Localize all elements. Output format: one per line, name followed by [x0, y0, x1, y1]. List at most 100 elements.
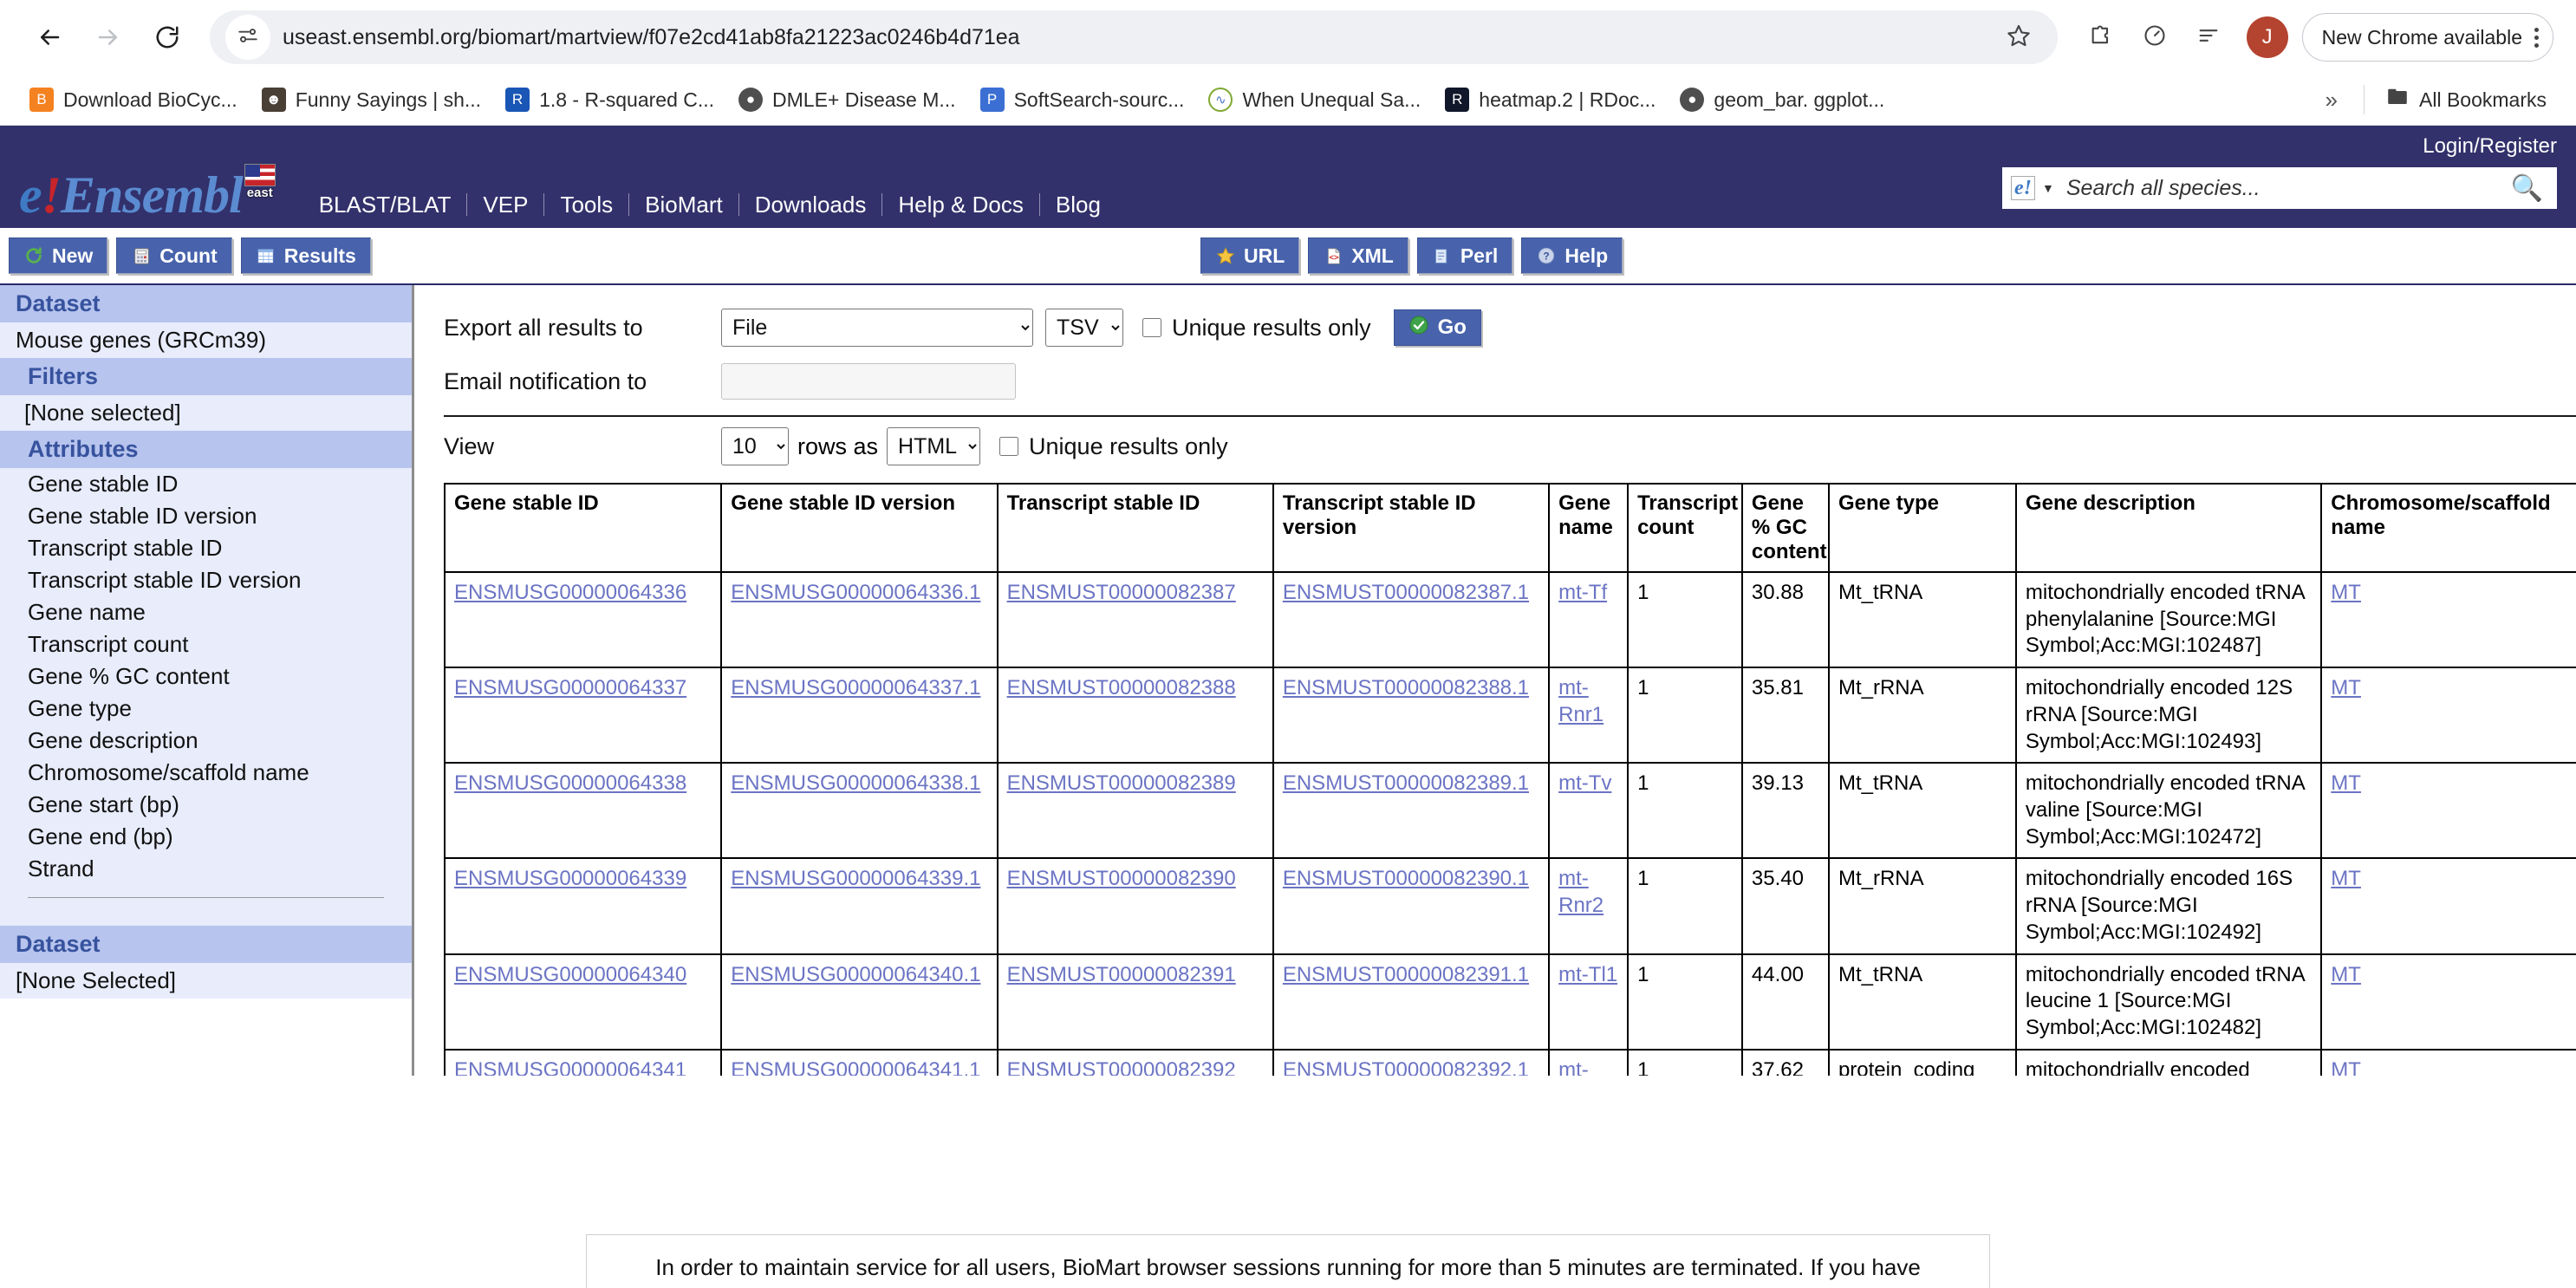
ensembl-logo[interactable]: e!Ensembl east	[0, 169, 276, 228]
sidebar-dataset2-value[interactable]: [None Selected]	[0, 963, 412, 999]
avatar[interactable]: J	[2247, 16, 2288, 58]
export-unique-results-checkbox-wrap[interactable]: Unique results only	[1142, 315, 1371, 342]
back-button[interactable]	[23, 10, 76, 64]
email-input[interactable]	[721, 363, 1016, 400]
view-rows-select[interactable]: 10	[721, 427, 789, 465]
extensions-button[interactable]	[2077, 13, 2125, 62]
gene-name-link[interactable]: mt-Rnr2	[1558, 867, 1603, 917]
transcript-stable-id-version-link[interactable]: ENSMUST00000082389.1	[1283, 771, 1529, 795]
login-register-link[interactable]: Login/Register	[2423, 134, 2557, 159]
gene-stable-id-link[interactable]: ENSMUSG00000064338	[454, 771, 686, 795]
gene-stable-id-link[interactable]: ENSMUSG00000064341	[454, 1058, 686, 1076]
transcript-stable-id-version-link[interactable]: ENSMUST00000082391.1	[1283, 963, 1529, 986]
bookmarks-overflow-button[interactable]: »	[2310, 87, 2353, 114]
sidebar-attribute-gc-content[interactable]: Gene % GC content	[0, 660, 412, 693]
transcript-stable-id-link[interactable]: ENSMUST00000082391	[1007, 963, 1236, 986]
nav-tools[interactable]: Tools	[544, 193, 629, 216]
perl-button[interactable]: Perl	[1417, 237, 1512, 274]
url-button[interactable]: URL	[1200, 237, 1299, 274]
sidebar-attribute-gene-description[interactable]: Gene description	[0, 725, 412, 757]
view-unique-results-checkbox-wrap[interactable]: Unique results only	[999, 433, 1228, 460]
sidebar-attribute-gene-start[interactable]: Gene start (bp)	[0, 789, 412, 821]
gene-stable-id-link[interactable]: ENSMUSG00000064337	[454, 676, 686, 699]
url-text[interactable]: useast.ensembl.org/biomart/martview/f07e…	[283, 25, 1999, 50]
kebab-menu-icon[interactable]	[2534, 28, 2539, 48]
gene-stable-id-version-link[interactable]: ENSMUSG00000064339.1	[731, 867, 980, 890]
help-button[interactable]: ? Help	[1521, 237, 1623, 274]
sidebar-attribute-gene-end[interactable]: Gene end (bp)	[0, 821, 412, 853]
sidebar-attribute-gene-name[interactable]: Gene name	[0, 596, 412, 628]
chromosome-link[interactable]: MT	[2331, 1058, 2361, 1076]
gene-stable-id-version-link[interactable]: ENSMUSG00000064336.1	[731, 581, 980, 604]
gene-name-link[interactable]: mt-Rnr1	[1558, 676, 1603, 726]
gene-stable-id-version-link[interactable]: ENSMUSG00000064340.1	[731, 963, 980, 986]
chromosome-link[interactable]: MT	[2331, 867, 2361, 890]
transcript-stable-id-version-link[interactable]: ENSMUST00000082388.1	[1283, 676, 1529, 699]
sidebar-attribute-transcript-stable-id[interactable]: Transcript stable ID	[0, 532, 412, 564]
bookmark-item[interactable]: ☻ Funny Sayings | sh...	[251, 82, 491, 117]
gene-name-link[interactable]: mt-	[1558, 1058, 1589, 1076]
transcript-stable-id-link[interactable]: ENSMUST00000082388	[1007, 676, 1236, 699]
sidebar-filters-value[interactable]: [None selected]	[0, 395, 412, 431]
export-destination-select[interactable]: File	[721, 309, 1033, 347]
address-bar[interactable]: useast.ensembl.org/biomart/martview/f07e…	[210, 10, 2058, 64]
view-unique-results-checkbox[interactable]	[999, 437, 1018, 456]
xml-button[interactable]: <> XML	[1308, 237, 1408, 274]
nav-blast-blat[interactable]: BLAST/BLAT	[303, 193, 468, 216]
chromosome-link[interactable]: MT	[2331, 963, 2361, 986]
nav-blog[interactable]: Blog	[1040, 193, 1116, 216]
bookmark-item[interactable]: ● geom_bar. ggplot...	[1669, 82, 1895, 117]
bookmark-item[interactable]: ∿ When Unequal Sa...	[1198, 82, 1431, 117]
chromosome-link[interactable]: MT	[2331, 676, 2361, 699]
transcript-stable-id-version-link[interactable]: ENSMUST00000082387.1	[1283, 581, 1529, 604]
chrome-update-button[interactable]: New Chrome available	[2302, 13, 2553, 62]
transcript-stable-id-link[interactable]: ENSMUST00000082390	[1007, 867, 1236, 890]
results-button[interactable]: Results	[241, 237, 371, 274]
gene-name-link[interactable]: mt-Tv	[1558, 771, 1611, 795]
gene-stable-id-version-link[interactable]: ENSMUSG00000064338.1	[731, 771, 980, 795]
gene-name-link[interactable]: mt-Tl1	[1558, 963, 1617, 986]
transcript-stable-id-link[interactable]: ENSMUST00000082387	[1007, 581, 1236, 604]
forward-button[interactable]	[81, 10, 135, 64]
bookmark-item[interactable]: R heatmap.2 | RDoc...	[1434, 82, 1666, 117]
species-search-box[interactable]: e! ▼ 🔍	[2002, 167, 2557, 209]
gene-name-link[interactable]: mt-Tf	[1558, 581, 1607, 604]
view-format-select[interactable]: HTML	[887, 427, 980, 465]
bookmark-item[interactable]: B Download BioCyc...	[19, 82, 248, 117]
nav-help-docs[interactable]: Help & Docs	[882, 193, 1040, 216]
sidebar-dataset-value[interactable]: Mouse genes (GRCm39)	[0, 322, 412, 358]
bookmark-item[interactable]: P SoftSearch-sourc...	[970, 82, 1195, 117]
gene-stable-id-version-link[interactable]: ENSMUSG00000064337.1	[731, 676, 980, 699]
search-input[interactable]	[2065, 175, 2511, 202]
transcript-stable-id-version-link[interactable]: ENSMUST00000082392.1	[1283, 1058, 1529, 1076]
chromosome-link[interactable]: MT	[2331, 771, 2361, 795]
nav-vep[interactable]: VEP	[467, 193, 544, 216]
transcript-stable-id-link[interactable]: ENSMUST00000082389	[1007, 771, 1236, 795]
chromosome-link[interactable]: MT	[2331, 581, 2361, 604]
sidebar-attribute-gene-type[interactable]: Gene type	[0, 693, 412, 725]
bookmark-star-button[interactable]	[1999, 17, 2039, 57]
reading-list-button[interactable]	[2184, 13, 2233, 62]
sidebar-attribute-gene-stable-id[interactable]: Gene stable ID	[0, 468, 412, 500]
nav-downloads[interactable]: Downloads	[739, 193, 883, 216]
export-unique-results-checkbox[interactable]	[1142, 318, 1161, 337]
new-button[interactable]: New	[9, 237, 107, 274]
browser-essentials-button[interactable]	[2130, 13, 2179, 62]
bookmark-item[interactable]: R 1.8 - R-squared C...	[495, 82, 725, 117]
gene-stable-id-version-link[interactable]: ENSMUSG00000064341.1	[731, 1058, 980, 1076]
go-button[interactable]: Go	[1394, 309, 1481, 346]
gene-stable-id-link[interactable]: ENSMUSG00000064340	[454, 963, 686, 986]
sidebar-attribute-transcript-stable-id-version[interactable]: Transcript stable ID version	[0, 564, 412, 596]
sidebar-attribute-strand[interactable]: Strand	[0, 853, 412, 885]
sidebar-attribute-chromosome[interactable]: Chromosome/scaffold name	[0, 757, 412, 789]
nav-biomart[interactable]: BioMart	[629, 193, 739, 216]
chevron-down-icon[interactable]: ▼	[2042, 181, 2054, 195]
search-icon[interactable]: 🔍	[2511, 173, 2548, 204]
all-bookmarks-button[interactable]: 🖿 All Bookmarks	[2375, 82, 2557, 117]
export-format-select[interactable]: TSV	[1045, 309, 1123, 347]
transcript-stable-id-link[interactable]: ENSMUST00000082392	[1007, 1058, 1236, 1076]
reload-button[interactable]	[140, 10, 194, 64]
sidebar-attribute-transcript-count[interactable]: Transcript count	[0, 628, 412, 660]
gene-stable-id-link[interactable]: ENSMUSG00000064339	[454, 867, 686, 890]
transcript-stable-id-version-link[interactable]: ENSMUST00000082390.1	[1283, 867, 1529, 890]
